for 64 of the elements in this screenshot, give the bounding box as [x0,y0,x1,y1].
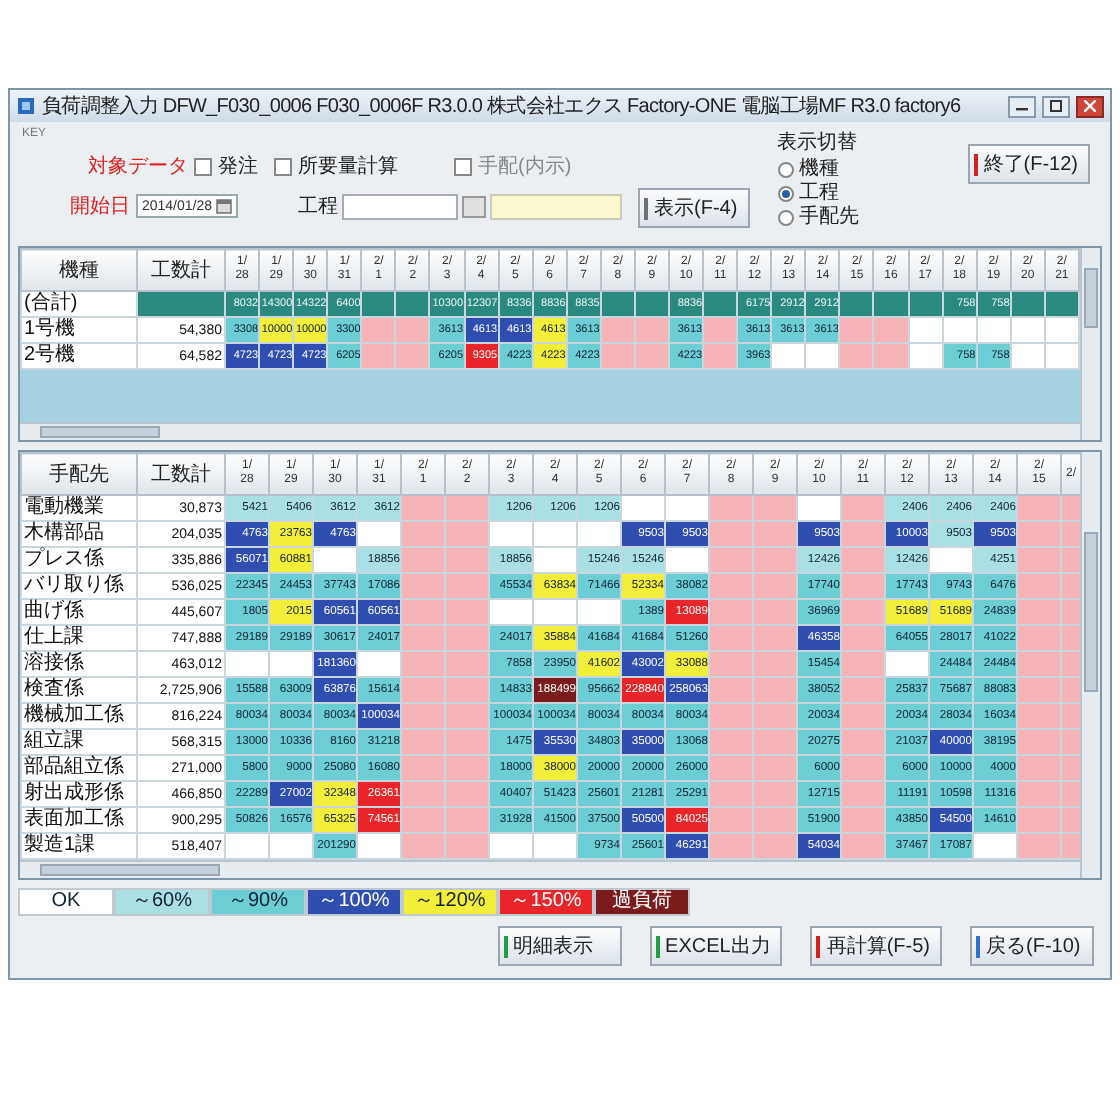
row-name: 仕上課 [21,625,137,651]
process-field[interactable] [342,193,458,219]
row-total [137,291,225,317]
radio-button[interactable] [777,161,794,177]
arrangement-checkbox[interactable] [454,157,472,175]
legend-item: OK [18,888,114,916]
row-name: 組立課 [21,729,137,755]
checkbox-label: 発注 [218,153,258,180]
radio-label: 手配先 [799,206,860,228]
row-name: バリ取り係 [21,573,137,599]
maximize-icon [1050,100,1062,112]
legend-item: ～150% [498,888,594,916]
legend-item: ～100% [306,888,402,916]
checkbox-label: 所要量計算 [298,153,398,180]
action-button[interactable]: 戻る(F-10) [970,926,1094,966]
row-name: 検査係 [21,677,137,703]
radio-label: 工程 [799,182,840,204]
legend-item: ～90% [210,888,306,916]
radio-button[interactable] [777,185,794,201]
lookup-button[interactable] [462,195,486,217]
maximize-button[interactable] [1042,95,1070,117]
start-date-label: 開始日 [69,194,130,220]
legend-item: ～60% [114,888,210,916]
process-name-field [490,193,622,219]
row-name: 曲げ係 [21,599,137,625]
row-name: (合計) [21,291,137,317]
row-name: 溶接係 [21,651,137,677]
row-name: プレス係 [21,547,137,573]
target-label: 対象データ [88,153,188,180]
action-button[interactable]: EXCEL出力 [649,926,783,966]
order-checkbox[interactable] [194,157,212,175]
action-button[interactable]: 再計算(F-5) [810,926,942,966]
process-label: 工程 [298,194,338,220]
exit-button[interactable]: 終了(F-12) [967,144,1090,184]
legend-item: ～120% [402,888,498,916]
window-title: 負荷調整入力 DFW_F030_0006 F030_0006F R3.0.0 株式会社エクス Factory-ONE 電脳工場MF R3.0 factory6 [42,93,963,120]
row-name: 射出成形係 [21,781,137,807]
checkbox-label: 手配(内示) [478,153,572,180]
legend-item: 過負荷 [594,888,690,916]
row-name: 電動機業 [21,495,137,521]
close-button[interactable] [1076,95,1104,117]
column-header: 工数計 [137,249,225,291]
column-header: 機種 [21,249,137,291]
radio-button[interactable] [777,209,794,225]
radio-label: 機種 [799,158,840,180]
action-button[interactable]: 明細表示 [497,926,622,966]
row-name: 機械加工係 [21,703,137,729]
calendar-icon [216,198,232,214]
show-button[interactable]: 表示(F-4) [638,188,750,228]
requirement-checkbox[interactable] [274,157,292,175]
column-header: 手配先 [21,453,137,495]
vertical-scrollbar[interactable] [1080,452,1100,878]
app-icon [16,96,36,116]
row-name: 1号機 [21,317,137,343]
vertical-scrollbar[interactable] [1080,248,1100,440]
close-icon [1084,100,1096,112]
row-name: 製造1課 [21,833,137,859]
display-toggle-title: 表示切替 [777,129,860,156]
row-name: 表面加工係 [21,807,137,833]
column-header: 工数計 [137,453,225,495]
row-name: 2号機 [21,343,137,369]
minimize-button[interactable] [1008,95,1036,117]
row-name: 木構部品 [21,521,137,547]
row-name: 部品組立係 [21,755,137,781]
